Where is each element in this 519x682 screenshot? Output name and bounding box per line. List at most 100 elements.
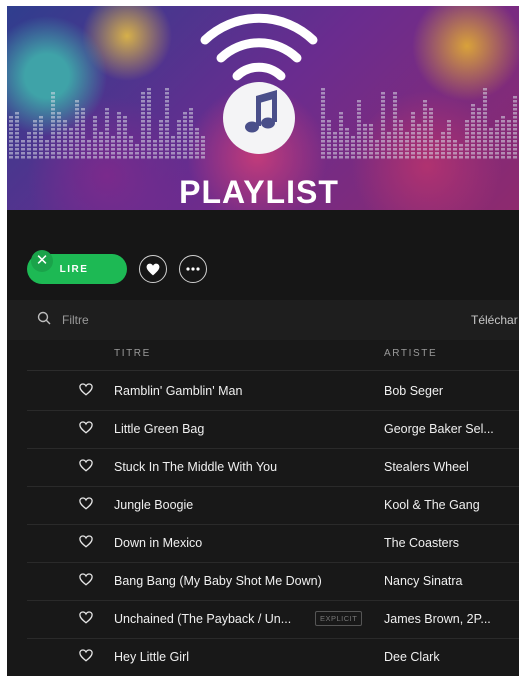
track-row[interactable]: Stuck In The Middle With You Stealers Whe… [27,448,519,487]
equalizer-bar [9,124,13,127]
equalizer-bar [357,120,361,123]
equalizer-bar [51,100,55,103]
equalizer-bar [465,156,469,159]
equalizer-bar [399,148,403,151]
equalizer-bar [177,148,181,151]
equalizer-bar [141,96,145,99]
equalizer-bar [201,156,205,159]
track-row[interactable]: Hey Little Girl Dee Clark [27,638,519,676]
equalizer-bar [393,124,397,127]
track-artist[interactable]: James Brown, 2P... [384,612,491,626]
column-header-artist[interactable]: ARTISTE [384,348,437,359]
more-options-button[interactable] [179,255,207,283]
equalizer-bar [471,132,475,135]
equalizer-bar [93,120,97,123]
equalizer-bar [189,116,193,119]
track-artist[interactable]: The Coasters [384,536,459,550]
equalizer-bar [81,112,85,115]
heart-icon[interactable] [79,497,93,510]
equalizer-bar [69,148,73,151]
equalizer-bar [417,144,421,147]
track-row[interactable]: Jungle Boogie Kool & The Gang [27,486,519,525]
column-header-title[interactable]: TITRE [114,348,151,359]
equalizer-bar [393,116,397,119]
equalizer-bar [141,144,145,147]
equalizer-bar [423,112,427,115]
track-row[interactable]: Down in Mexico The Coasters [27,524,519,563]
equalizer-bar [123,124,127,127]
equalizer-bar [93,136,97,139]
track-artist[interactable]: Bob Seger [384,384,443,398]
equalizer-bar [159,128,163,131]
track-title[interactable]: Ramblin' Gamblin' Man [114,384,242,398]
equalizer-bar [477,140,481,143]
track-row[interactable]: Unchained (The Payback / Un... EXPLICIT Ja… [27,600,519,639]
heart-icon[interactable] [79,459,93,472]
equalizer-bar [147,132,151,135]
track-artist[interactable]: George Baker Sel... [384,422,494,436]
equalizer-bar [183,156,187,159]
equalizer-bar [123,136,127,139]
track-row[interactable]: Little Green Bag George Baker Sel... [27,410,519,449]
equalizer-bar [465,144,469,147]
equalizer-bar [177,144,181,147]
track-title[interactable]: Stuck In The Middle With You [114,460,277,474]
equalizer-bar [507,152,511,155]
heart-icon[interactable] [79,611,93,624]
heart-icon[interactable] [79,421,93,434]
equalizer-bar [429,140,433,143]
equalizer-bar [63,132,67,135]
track-artist[interactable]: Nancy Sinatra [384,574,463,588]
equalizer-bar [147,136,151,139]
equalizer-bar [423,100,427,103]
equalizer-bar [159,124,163,127]
heart-icon[interactable] [79,383,93,396]
like-button[interactable] [139,255,167,283]
equalizer-bar [513,136,517,139]
heart-icon[interactable] [79,573,93,586]
track-artist[interactable]: Dee Clark [384,650,440,664]
equalizer-bar [93,140,97,143]
track-title[interactable]: Hey Little Girl [114,650,189,664]
equalizer-bar [399,152,403,155]
equalizer-bar [75,152,79,155]
heart-icon[interactable] [79,649,93,662]
equalizer-bar [339,156,343,159]
equalizer-bar [189,132,193,135]
equalizer-bar [15,136,19,139]
track-title[interactable]: Jungle Boogie [114,498,193,512]
equalizer-bar [141,100,145,103]
track-title[interactable]: Down in Mexico [114,536,202,550]
download-label[interactable]: Téléchar [471,313,518,327]
equalizer-bar [15,132,19,135]
filter-input[interactable]: Filtre [62,313,89,327]
equalizer-bar [447,144,451,147]
track-artist[interactable]: Kool & The Gang [384,498,480,512]
equalizer-bar [513,108,517,111]
equalizer-bar [87,156,91,159]
track-row[interactable]: Bang Bang (My Baby Shot Me Down) Nancy Si… [27,562,519,601]
equalizer-bar [321,128,325,131]
equalizer-bar [429,144,433,147]
equalizer-bar [57,144,61,147]
track-title[interactable]: Little Green Bag [114,422,204,436]
track-title[interactable]: Bang Bang (My Baby Shot Me Down) [114,574,322,588]
track-title[interactable]: Unchained (The Payback / Un... [114,612,291,626]
play-label: LIRE [59,263,89,275]
equalizer-bar [117,112,121,115]
equalizer-bar [165,124,169,127]
equalizer-bar [447,136,451,139]
close-icon[interactable]: ✕ [31,250,53,272]
equalizer-bar [501,132,505,135]
equalizer-bar [447,120,451,123]
heart-icon[interactable] [79,535,93,548]
equalizer-bar [513,112,517,115]
equalizer-bar [201,148,205,151]
track-artist[interactable]: Stealers Wheel [384,460,469,474]
equalizer-bar [105,148,109,151]
equalizer-bar [117,152,121,155]
equalizer-bar [195,148,199,151]
track-row[interactable]: Ramblin' Gamblin' Man Bob Seger [27,372,519,411]
search-icon[interactable] [37,311,51,325]
equalizer-bar [147,96,151,99]
